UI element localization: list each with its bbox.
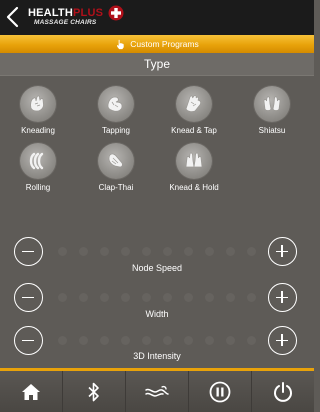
level-dot (163, 336, 172, 345)
brand-name: HEALTH (28, 7, 73, 19)
width-increase-button[interactable] (268, 283, 297, 312)
level-dot (100, 336, 109, 345)
level-dot (100, 293, 109, 302)
level-dot (58, 336, 67, 345)
type-rolling-button[interactable]: Rolling (8, 143, 68, 197)
kneading-hands-icon (20, 86, 56, 122)
level-dot (226, 293, 235, 302)
level-dot (205, 336, 214, 345)
level-dot (79, 336, 88, 345)
shiatsu-hands-icon (254, 86, 290, 122)
bottom-navigation (0, 371, 314, 412)
bluetooth-icon (88, 382, 99, 401)
type-knead-tap-button[interactable]: Knead & Tap (164, 86, 224, 140)
level-dot (79, 293, 88, 302)
pause-button[interactable] (189, 371, 252, 412)
type-knead-tap-label: Knead & Tap (171, 126, 217, 135)
level-dot (247, 293, 256, 302)
level-dot (205, 293, 214, 302)
type-section-header: Type (0, 53, 314, 76)
knead-hold-hands-icon (176, 143, 212, 179)
node-speed-decrease-button[interactable] (14, 237, 43, 266)
level-dot (247, 336, 256, 345)
type-rolling-label: Rolling (25, 183, 51, 192)
level-dot (142, 293, 151, 302)
rolling-icon (20, 143, 56, 179)
type-clap-thai-label: Clap-Thai (98, 183, 134, 192)
level-dot (79, 247, 88, 256)
3d-intensity-label: 3D Intensity (133, 351, 181, 361)
brand-name-suffix: PLUS (73, 7, 104, 19)
type-section-title: Type (143, 57, 170, 71)
minus-icon (22, 339, 34, 341)
level-dot (142, 336, 151, 345)
power-icon (274, 381, 292, 402)
level-dot (121, 293, 130, 302)
clap-thai-hands-icon (98, 143, 134, 179)
chevron-left-icon (6, 6, 19, 28)
type-kneading-button[interactable]: Kneading (8, 86, 68, 140)
width-decrease-button[interactable] (14, 283, 43, 312)
type-kneading-label: Kneading (21, 126, 55, 135)
node-speed-level-track[interactable] (52, 247, 262, 257)
3d-intensity-level-track[interactable] (52, 336, 262, 346)
level-dot (142, 247, 151, 256)
tapping-hands-icon (98, 86, 134, 122)
level-dot (163, 293, 172, 302)
level-dot (205, 247, 214, 256)
home-button[interactable] (0, 371, 63, 412)
pause-icon (209, 381, 231, 402)
app-header: HEALTHPLUS MASSAGE CHAIRS (0, 0, 314, 35)
type-shiatsu-label: Shiatsu (258, 126, 286, 135)
brand-logo: HEALTHPLUS MASSAGE CHAIRS (28, 5, 128, 29)
feet-massage-button[interactable] (126, 371, 189, 412)
level-dot (100, 247, 109, 256)
level-dot (184, 336, 193, 345)
minus-icon (22, 250, 34, 252)
width-label: Width (145, 309, 169, 319)
level-dot (121, 336, 130, 345)
home-icon (22, 383, 40, 400)
level-dot (226, 247, 235, 256)
knead-tap-hands-icon (176, 86, 212, 122)
feet-massage-icon (145, 385, 169, 397)
node-speed-label: Node Speed (131, 263, 183, 273)
brand-tagline: MASSAGE CHAIRS (34, 19, 97, 26)
level-dot (184, 293, 193, 302)
type-knead-hold-button[interactable]: Knead & Hold (164, 143, 224, 197)
power-button[interactable] (252, 371, 314, 412)
level-dot (58, 293, 67, 302)
minus-icon (22, 296, 34, 298)
hand-pointer-icon (117, 39, 124, 49)
type-shiatsu-button[interactable]: Shiatsu (242, 86, 302, 140)
type-tapping-label: Tapping (101, 126, 131, 135)
type-knead-hold-label: Knead & Hold (169, 183, 219, 192)
back-button[interactable] (4, 6, 22, 28)
node-speed-increase-button[interactable] (268, 237, 297, 266)
custom-programs-label: Custom Programs (130, 39, 199, 49)
type-tapping-button[interactable]: Tapping (86, 86, 146, 140)
level-dot (247, 247, 256, 256)
level-dot (226, 336, 235, 345)
level-dot (184, 247, 193, 256)
medical-cross-icon (108, 5, 124, 21)
level-dot (121, 247, 130, 256)
width-level-track[interactable] (52, 293, 262, 303)
level-dot (58, 247, 67, 256)
bluetooth-button[interactable] (63, 371, 126, 412)
custom-programs-button[interactable]: Custom Programs (0, 35, 314, 53)
level-dot (163, 247, 172, 256)
app-screen: HEALTHPLUS MASSAGE CHAIRS Custom Program… (0, 0, 314, 412)
type-clap-thai-button[interactable]: Clap-Thai (86, 143, 146, 197)
